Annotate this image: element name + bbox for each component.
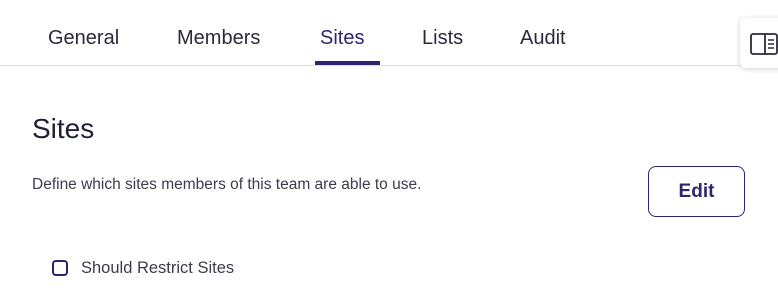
restrict-sites-checkbox-row[interactable]: Should Restrict Sites (52, 257, 234, 279)
tab-sites[interactable]: Sites (320, 27, 364, 50)
section-description: Define which sites members of this team … (32, 176, 422, 193)
restrict-sites-label: Should Restrict Sites (81, 258, 235, 277)
tab-members[interactable]: Members (177, 27, 260, 50)
tab-audit[interactable]: Audit (520, 27, 566, 50)
tab-bar: General Members Sites Lists Audit (0, 0, 778, 66)
active-tab-indicator (315, 61, 380, 65)
edit-button[interactable]: Edit (648, 166, 745, 217)
restrict-sites-checkbox[interactable] (52, 260, 68, 276)
tab-general[interactable]: General (48, 27, 119, 50)
sidebar-panel-icon (750, 33, 778, 55)
section-title: Sites (32, 113, 95, 144)
tab-lists[interactable]: Lists (422, 27, 463, 50)
panel-toggle-button[interactable] (740, 18, 778, 68)
